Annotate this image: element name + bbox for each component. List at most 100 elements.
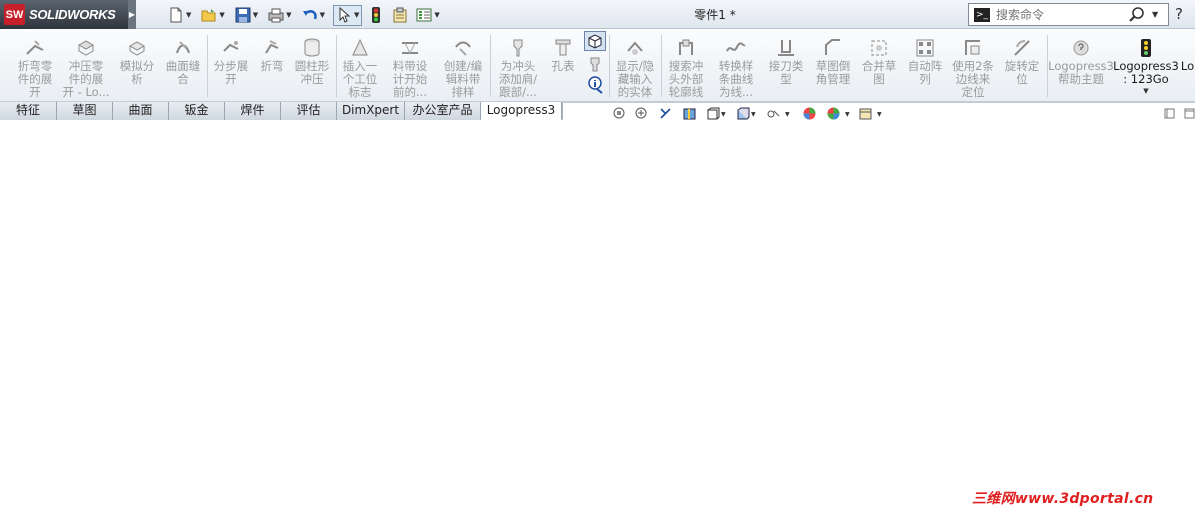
view-settings-icon[interactable]	[859, 107, 872, 120]
search-commands-box[interactable]: >_ ▼	[968, 3, 1169, 26]
tab-logopress3[interactable]: Logopress3	[481, 102, 562, 120]
bend-button[interactable]: 折弯	[256, 29, 288, 102]
simulation-button[interactable]: 模拟分析	[116, 29, 158, 102]
punch-shoulder-button[interactable]: 为冲头 添加肩/跟部/...	[494, 29, 542, 102]
chevron-down-icon[interactable]: ▼	[253, 11, 258, 19]
save-icon	[235, 7, 251, 23]
stamp-unfold-button[interactable]: 冲压零 件的展开 - Lo...	[62, 29, 110, 102]
show-hide-body-button[interactable]: 显示/隐 藏输入 的实体	[612, 29, 658, 102]
chevron-down-icon[interactable]: ▼	[286, 11, 291, 19]
station-mark-button[interactable]: 插入一 个工位 标志	[339, 29, 381, 102]
chevron-down-icon[interactable]: ▼	[785, 111, 790, 118]
file-properties-button[interactable]	[390, 4, 410, 26]
tab-office-products[interactable]: 办公室产品	[405, 102, 481, 120]
tool-label: 搜索冲 头外部 轮廓线	[668, 59, 704, 99]
step-unfold-button[interactable]: 分步展开	[210, 29, 252, 102]
tool-label: 转换样 条曲线 为线...	[718, 59, 754, 99]
solidworks-logo[interactable]: SW SOLIDWORKS	[0, 0, 128, 29]
bend-icon	[261, 37, 283, 59]
tool-label: Lo	[1180, 59, 1195, 73]
rotate-position-button[interactable]: 旋转定位	[1001, 29, 1043, 102]
rotate-position-icon	[1011, 37, 1033, 59]
chevron-down-icon[interactable]: ▼	[434, 11, 439, 19]
file-properties-icon	[392, 7, 408, 23]
tool-label: 接刀类型	[768, 59, 804, 86]
strip-design-button[interactable]: 料带设 计开始 前的...	[389, 29, 431, 102]
tab-sheet-metal[interactable]: 钣金	[169, 102, 225, 120]
auto-pattern-button[interactable]: 自动阵列	[904, 29, 946, 102]
graphics-area[interactable]	[0, 120, 1195, 512]
chevron-down-icon[interactable]: ▼	[320, 11, 325, 19]
chevron-down-icon[interactable]: ▼	[186, 11, 191, 19]
new-document-icon	[168, 7, 184, 23]
tab-evaluate[interactable]: 评估	[281, 102, 337, 120]
sketch-chamfer-button[interactable]: 草图倒 角管理	[812, 29, 854, 102]
search-icon[interactable]	[1128, 6, 1146, 24]
chevron-down-icon[interactable]: ▼	[845, 111, 850, 118]
spline-convert-button[interactable]: 转换样 条曲线 为线...	[714, 29, 758, 102]
display-style-icon[interactable]	[737, 107, 750, 120]
command-manager-ribbon: 折弯零 件的展开 冲压零 件的展开 - Lo... 模拟分析 曲面缝合 分步展开 折…	[0, 29, 1195, 102]
bend-unfold-button[interactable]: 折弯零 件的展开	[14, 29, 56, 102]
undo-button[interactable]: ▼	[300, 4, 327, 26]
cylinder-stamp-icon	[301, 37, 323, 59]
chevron-down-icon[interactable]: ▼	[721, 111, 726, 118]
open-button[interactable]: ▼	[199, 4, 226, 26]
menu-expand-arrow[interactable]: ▶	[128, 0, 136, 29]
select-button[interactable]: ▼	[332, 4, 363, 26]
view-orientation-icon[interactable]	[707, 107, 720, 120]
tab-sketch[interactable]: 草图	[57, 102, 113, 120]
save-button[interactable]: ▼	[233, 4, 260, 26]
two-edge-position-icon	[962, 37, 984, 59]
tool-label: 曲面缝合	[165, 59, 201, 86]
punch-contour-button[interactable]: 搜索冲 头外部 轮廓线	[664, 29, 708, 102]
apply-scene-icon[interactable]	[827, 107, 840, 120]
step-unfold-icon	[220, 37, 242, 59]
surface-knit-button[interactable]: 曲面缝合	[162, 29, 204, 102]
edit-appearance-icon[interactable]	[803, 107, 816, 120]
tab-features[interactable]: 特征	[0, 102, 57, 120]
punch-contour-icon	[675, 37, 697, 59]
punch-view-button[interactable]	[584, 54, 606, 74]
spline-convert-icon	[725, 37, 747, 59]
chevron-down-icon[interactable]: ▼	[877, 111, 882, 118]
cylinder-stamp-button[interactable]: 圆柱形 冲压	[291, 29, 333, 102]
window-maximize-icon[interactable]	[1183, 107, 1195, 120]
zoom-to-fit-icon[interactable]	[613, 107, 626, 120]
chevron-down-icon[interactable]: ▼	[354, 11, 359, 19]
help-icon[interactable]: ?	[1175, 5, 1183, 23]
command-manager-tabs: 特征 草图 曲面 钣金 焊件 评估 DimXpert 办公室产品 Logopre…	[0, 102, 562, 120]
more-tools-button[interactable]: Lo	[1180, 29, 1195, 102]
tool-label: 旋转定位	[1004, 59, 1040, 86]
cutter-type-button[interactable]: 接刀类型	[765, 29, 807, 102]
zoom-area-icon[interactable]	[635, 107, 648, 120]
two-edge-position-button[interactable]: 使用2条 边线来 定位	[950, 29, 996, 102]
hole-table-button[interactable]: 孔表	[548, 29, 578, 102]
window-restore-icon[interactable]	[1163, 107, 1176, 120]
chevron-down-icon[interactable]: ▼	[751, 111, 756, 118]
options-button[interactable]: ▼	[414, 4, 441, 26]
info-button[interactable]	[584, 75, 606, 95]
ribbon-separator	[207, 35, 208, 97]
tool-label: 折弯零 件的展开	[17, 59, 53, 99]
chevron-down-icon[interactable]: ▼	[1152, 10, 1158, 19]
print-button[interactable]: ▼	[266, 4, 293, 26]
tool-label: 模拟分析	[119, 59, 155, 86]
section-view-icon[interactable]	[683, 107, 696, 120]
tab-weldments[interactable]: 焊件	[225, 102, 281, 120]
tab-dimxpert[interactable]: DimXpert	[337, 102, 405, 120]
help-topic-icon	[1070, 37, 1092, 59]
goto-123-button[interactable]: Logopress3: 123Go ▼	[1113, 29, 1179, 102]
chevron-down-icon[interactable]: ▼	[219, 11, 224, 19]
strip-layout-button[interactable]: 创建/编 辑料带 排样	[440, 29, 486, 102]
help-topic-button[interactable]: Logopress3 帮助主题	[1048, 29, 1114, 102]
rebuild-button[interactable]	[366, 4, 386, 26]
chevron-down-icon[interactable]: ▼	[1143, 87, 1148, 95]
search-input[interactable]	[996, 7, 1126, 22]
new-document-button[interactable]: ▼	[166, 4, 193, 26]
hide-show-items-icon[interactable]	[767, 107, 780, 120]
tab-surfaces[interactable]: 曲面	[113, 102, 169, 120]
merge-sketch-button[interactable]: 合并草图	[858, 29, 900, 102]
previous-view-icon[interactable]	[659, 107, 672, 120]
isometric-view-button[interactable]	[584, 31, 606, 51]
